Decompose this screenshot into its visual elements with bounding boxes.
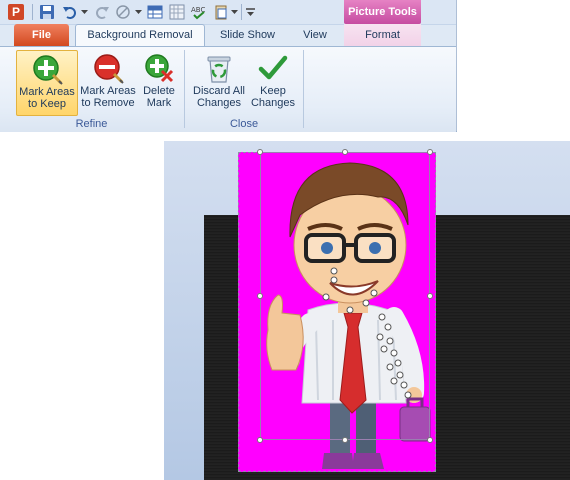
resize-handle[interactable] (257, 293, 263, 299)
mark-areas-to-remove-button[interactable]: Mark Areas to Remove (80, 50, 136, 116)
grid-icon[interactable] (168, 3, 186, 21)
keep-changes-label: Keep Changes (250, 85, 296, 109)
mark-areas-to-keep-button[interactable]: Mark Areas to Keep (16, 50, 78, 116)
tab-background-removal[interactable]: Background Removal (75, 24, 205, 47)
add-mark-icon (33, 55, 63, 85)
tab-format[interactable]: Format (344, 24, 421, 46)
table-icon[interactable] (146, 3, 164, 21)
mark-areas-to-keep-label: Mark Areas to Keep (19, 86, 75, 110)
refine-group: Mark Areas to Keep Mark Areas to Remove … (0, 47, 183, 132)
redo-icon[interactable] (94, 3, 110, 21)
picture-tools-contextual-label: Picture Tools (344, 0, 421, 24)
mark-areas-to-remove-label: Mark Areas to Remove (80, 85, 136, 109)
shapes-icon[interactable] (114, 3, 132, 21)
checkmark-icon (258, 55, 288, 80)
keep-area-selection-box[interactable] (260, 152, 430, 440)
discard-all-changes-button[interactable]: Discard All Changes (190, 50, 248, 116)
tab-file[interactable]: File (14, 24, 69, 46)
remove-mark-icon (94, 54, 124, 84)
resize-handle[interactable] (342, 149, 348, 155)
discard-all-changes-label: Discard All Changes (193, 85, 245, 109)
delete-mark-icon (145, 54, 174, 83)
clipboard-dropdown-icon[interactable] (230, 3, 238, 21)
ribbon-body: Mark Areas to Keep Mark Areas to Remove … (0, 46, 456, 132)
ribbon-tabs: File Background Removal Slide Show View … (0, 24, 456, 47)
undo-dropdown-icon[interactable] (80, 3, 88, 21)
group-divider (184, 50, 185, 128)
powerpoint-app-icon[interactable]: P (8, 3, 24, 21)
resize-handle[interactable] (427, 437, 433, 443)
resize-handle[interactable] (257, 149, 263, 155)
resize-handle[interactable] (427, 149, 433, 155)
toolbar-divider (32, 4, 33, 20)
right-shoe (352, 453, 384, 469)
delete-mark-label: Delete Mark (143, 85, 175, 109)
left-shoe (322, 453, 354, 469)
group-divider (303, 50, 304, 128)
undo-icon[interactable] (62, 3, 78, 21)
toolbar-divider (241, 4, 242, 20)
tab-view[interactable]: View (290, 24, 340, 46)
spelling-icon[interactable]: ABC (190, 3, 208, 21)
save-icon[interactable] (38, 3, 56, 21)
resize-handle[interactable] (427, 293, 433, 299)
refine-group-label: Refine (75, 118, 108, 130)
customize-toolbar-icon[interactable] (245, 3, 255, 21)
recycle-bin-icon (207, 56, 231, 83)
close-group: Discard All Changes Keep Changes Close (186, 47, 302, 132)
keep-changes-button[interactable]: Keep Changes (248, 50, 298, 116)
shapes-dropdown-icon[interactable] (134, 3, 142, 21)
tab-slide-show[interactable]: Slide Show (210, 24, 285, 46)
ribbon: P ABC Picture Tools File Background Remo… (0, 0, 457, 132)
clipboard-icon[interactable] (212, 3, 230, 21)
resize-handle[interactable] (257, 437, 263, 443)
resize-handle[interactable] (342, 437, 348, 443)
close-group-label: Close (229, 118, 259, 130)
delete-mark-button[interactable]: Delete Mark (138, 50, 180, 116)
